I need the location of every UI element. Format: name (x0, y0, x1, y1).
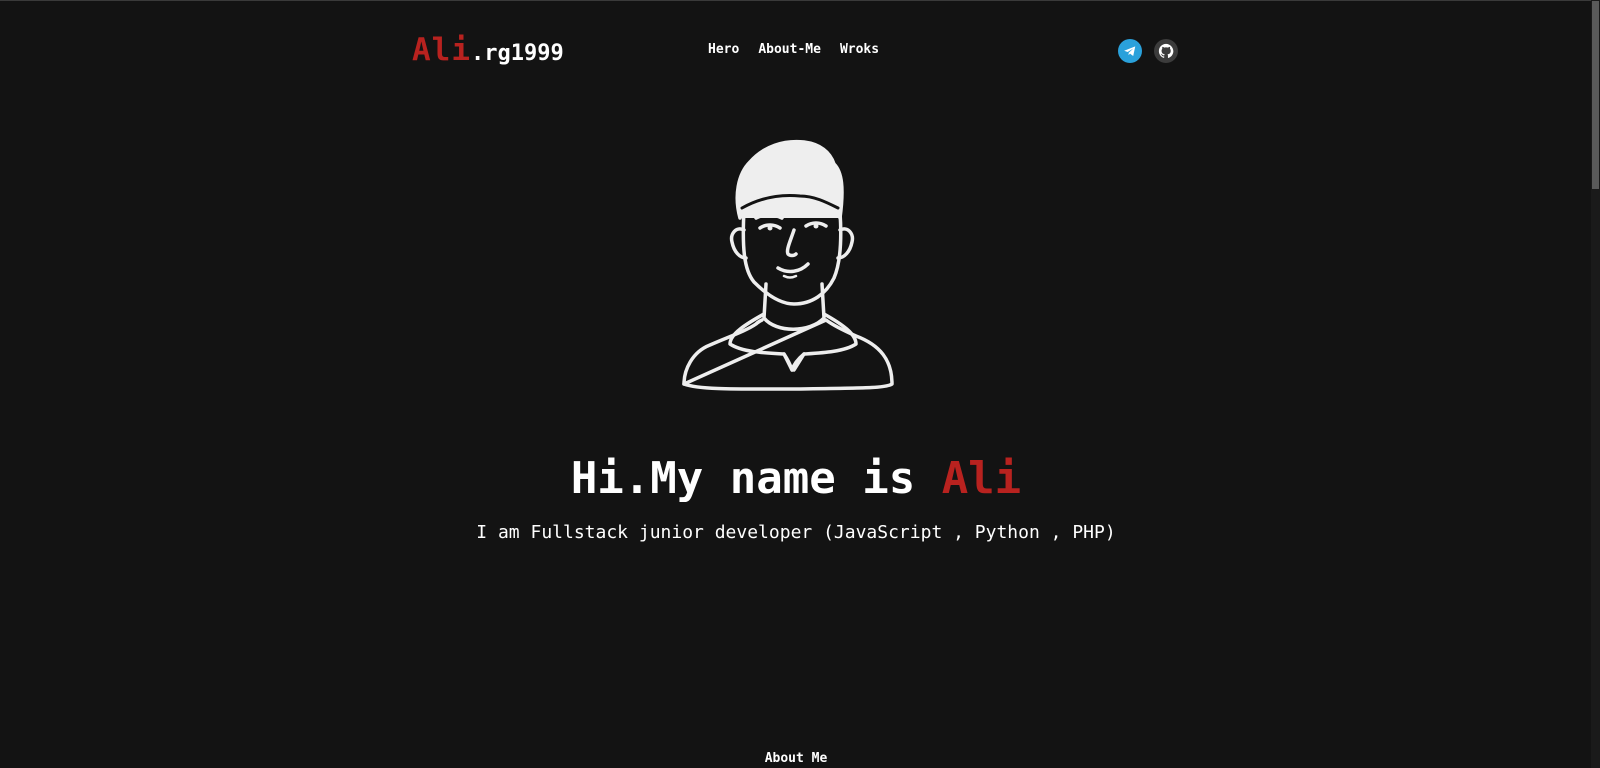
social-links (1118, 39, 1178, 63)
hero-title-prefix: Hi.My name is (570, 453, 942, 505)
github-icon[interactable] (1154, 39, 1178, 63)
avatar-illustration (680, 138, 912, 400)
page: Ali.rg1999 Hero About-Me Wroks Hi.My nam… (0, 0, 1600, 768)
hero-subtitle: I am Fullstack junior developer (JavaScr… (476, 522, 1116, 543)
scrollbar-thumb[interactable] (1592, 1, 1599, 189)
telegram-icon[interactable] (1118, 39, 1142, 63)
nav-link-works[interactable]: Wroks (840, 42, 879, 57)
navbar: Ali.rg1999 Hero About-Me Wroks (412, 30, 1180, 70)
hero-title: Hi.My name is Ali (0, 449, 1592, 509)
github-octocat-glyph (1158, 43, 1174, 58)
telegram-plane-glyph (1124, 46, 1136, 56)
site-logo[interactable]: Ali.rg1999 (412, 32, 564, 73)
nav-link-hero[interactable]: Hero (708, 42, 739, 57)
logo-highlight: Ali (412, 32, 471, 68)
nav-link-about-me[interactable]: About-Me (758, 42, 821, 57)
logo-rest: .rg1999 (471, 41, 564, 66)
scrollbar[interactable] (1591, 0, 1600, 768)
hero-title-name: Ali (941, 453, 1022, 505)
top-divider (0, 0, 1600, 1)
about-me-heading: About Me (764, 750, 828, 766)
nav-links: Hero About-Me Wroks (708, 42, 879, 57)
